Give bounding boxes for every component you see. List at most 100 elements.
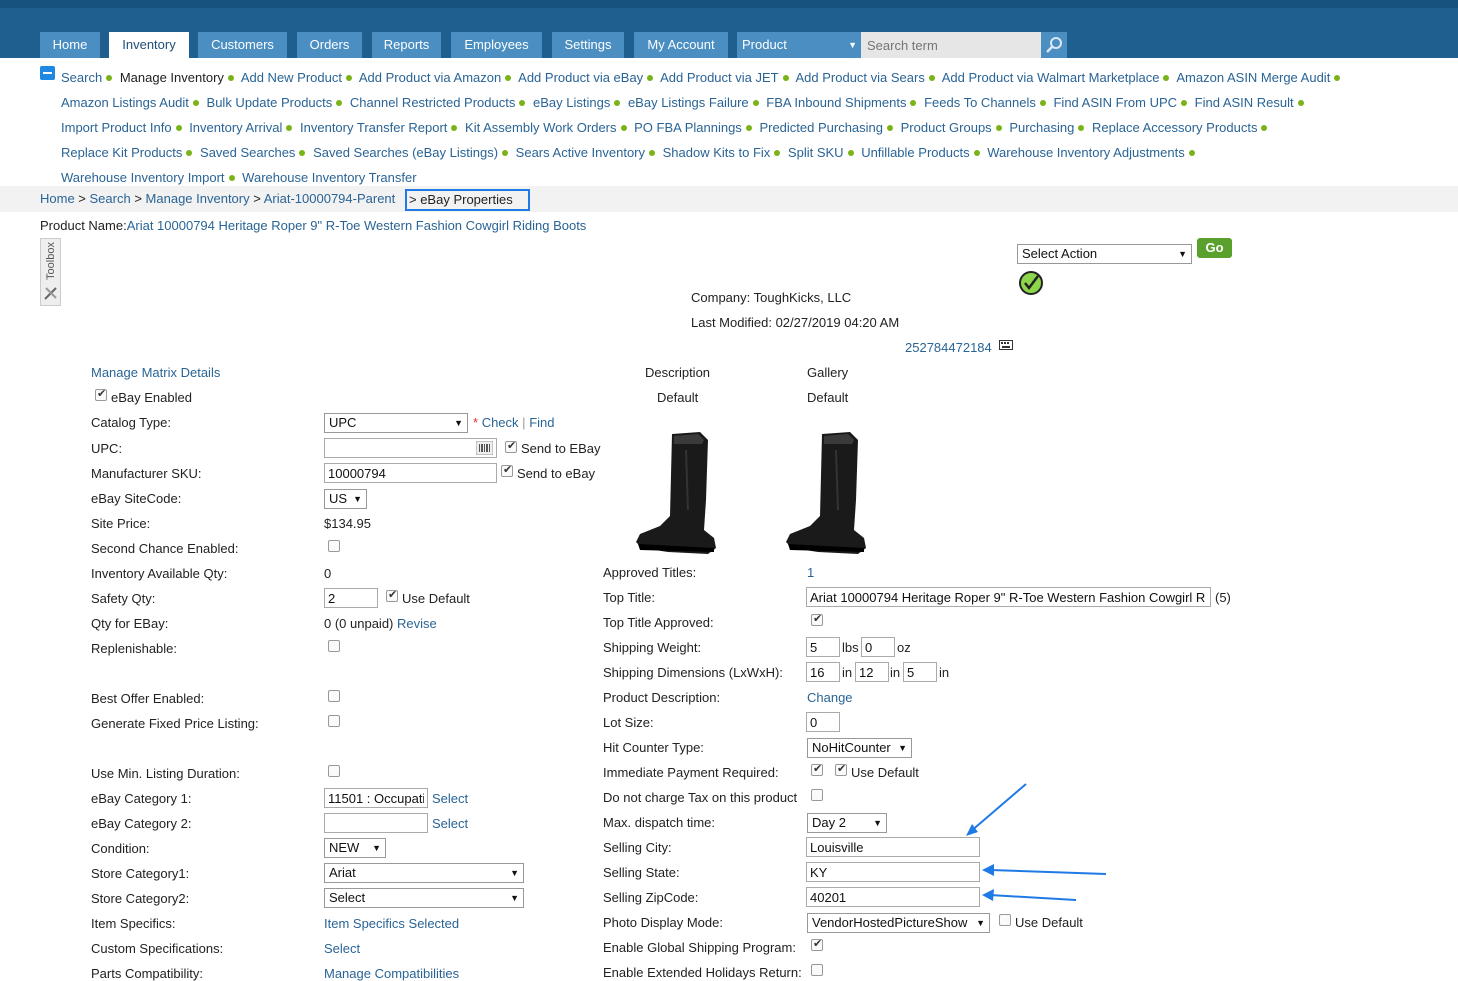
photo-mode-default-checkbox[interactable]	[999, 914, 1011, 926]
toolbox-tab[interactable]: Toolbox	[40, 238, 61, 306]
ship-dims-height-input[interactable]	[903, 662, 937, 682]
submenu-item[interactable]: Feeds To Channels	[924, 95, 1036, 110]
barcode-icon[interactable]	[475, 440, 494, 456]
no-tax-checkbox[interactable]	[811, 789, 823, 801]
breadcrumb-parent[interactable]: Ariat-10000794-Parent	[264, 191, 396, 206]
mfr-sku-send-checkbox[interactable]	[501, 463, 513, 477]
ship-weight-lbs-input[interactable]	[806, 637, 840, 657]
parts-compat-link[interactable]: Manage Compatibilities	[324, 966, 459, 981]
breadcrumb-search[interactable]: Search	[90, 191, 131, 206]
category1-input[interactable]	[324, 788, 428, 808]
submenu-item[interactable]: Product Groups	[901, 120, 992, 135]
submenu-item[interactable]: Add Product via Amazon	[359, 70, 501, 85]
submenu-item[interactable]: Predicted Purchasing	[759, 120, 883, 135]
submenu-item[interactable]: Kit Assembly Work Orders	[465, 120, 616, 135]
search-button[interactable]	[1041, 32, 1067, 58]
submenu-item[interactable]: Manage Inventory	[120, 70, 224, 85]
store-category1-select[interactable]: Ariat ▼	[324, 863, 524, 883]
tab-inventory[interactable]: Inventory	[109, 32, 189, 58]
search-input[interactable]	[861, 32, 1041, 58]
top-title-input[interactable]	[806, 587, 1211, 607]
select-action-dropdown[interactable]: Select Action ▼	[1017, 244, 1192, 264]
manage-matrix-link[interactable]: Manage Matrix Details	[91, 365, 220, 380]
immediate-payment-default-checkbox[interactable]	[835, 762, 847, 776]
submenu-item[interactable]: Find ASIN Result	[1195, 95, 1294, 110]
submenu-item[interactable]: Amazon ASIN Merge Audit	[1176, 70, 1330, 85]
selling-zip-input[interactable]	[806, 887, 980, 907]
keyboard-icon[interactable]	[999, 338, 1013, 350]
ebay-enabled-checkbox[interactable]	[95, 387, 107, 401]
submenu-item[interactable]: Channel Restricted Products	[350, 95, 515, 110]
description-boot-image[interactable]	[634, 430, 720, 558]
selling-city-input[interactable]	[806, 837, 980, 857]
submenu-item[interactable]: Add Product via eBay	[518, 70, 643, 85]
tab-reports[interactable]: Reports	[372, 32, 441, 58]
submenu-item[interactable]: Add New Product	[241, 70, 342, 85]
category2-input[interactable]	[324, 813, 428, 833]
gallery-boot-image[interactable]	[784, 430, 870, 558]
go-button[interactable]: Go	[1197, 238, 1232, 258]
submenu-item[interactable]: Add Product via JET	[660, 70, 779, 85]
second-chance-checkbox[interactable]	[328, 540, 340, 552]
submenu-item[interactable]: eBay Listings	[533, 95, 610, 110]
product-name-link[interactable]: Ariat 10000794 Heritage Roper 9" R-Toe W…	[127, 218, 587, 233]
hit-counter-select[interactable]: NoHitCounter ▼	[807, 738, 912, 758]
tab-my-account[interactable]: My Account	[634, 32, 728, 58]
submenu-item[interactable]: Saved Searches (eBay Listings)	[313, 145, 498, 160]
submenu-item[interactable]: Warehouse Inventory Import	[61, 170, 225, 185]
revise-link[interactable]: Revise	[397, 616, 437, 631]
submenu-item[interactable]: PO FBA Plannings	[634, 120, 742, 135]
submenu-item[interactable]: Purchasing	[1009, 120, 1074, 135]
submenu-item[interactable]: FBA Inbound Shipments	[766, 95, 906, 110]
submenu-item[interactable]: Unfillable Products	[861, 145, 969, 160]
submenu-item[interactable]: Shadow Kits to Fix	[663, 145, 771, 160]
mfr-sku-input[interactable]	[324, 463, 497, 483]
global-shipping-checkbox[interactable]	[811, 937, 823, 951]
safety-qty-default-checkbox[interactable]	[386, 588, 398, 602]
collapse-icon[interactable]	[40, 66, 55, 80]
tab-customers[interactable]: Customers	[198, 32, 287, 58]
ship-dims-length-input[interactable]	[806, 662, 840, 682]
ship-weight-oz-input[interactable]	[861, 637, 895, 657]
selling-state-input[interactable]	[806, 862, 980, 882]
ebay-listing-id-link[interactable]: 252784472184	[905, 340, 992, 355]
upc-send-checkbox[interactable]	[505, 439, 517, 453]
search-scope-select[interactable]: Product ▼	[737, 32, 861, 58]
submenu-item[interactable]: Add Product via Walmart Marketplace	[942, 70, 1160, 85]
condition-select[interactable]: NEW ▼	[324, 838, 386, 858]
submenu-item[interactable]: Warehouse Inventory Transfer	[242, 170, 416, 185]
submenu-item[interactable]: Search	[61, 70, 102, 85]
submenu-item[interactable]: Inventory Transfer Report	[300, 120, 447, 135]
best-offer-checkbox[interactable]	[328, 690, 340, 702]
upc-input[interactable]	[324, 438, 497, 458]
min-duration-checkbox[interactable]	[328, 765, 340, 777]
submenu-item[interactable]: eBay Listings Failure	[628, 95, 749, 110]
immediate-payment-checkbox[interactable]	[811, 762, 823, 776]
submenu-item[interactable]: Replace Kit Products	[61, 145, 182, 160]
submenu-item[interactable]: Warehouse Inventory Adjustments	[987, 145, 1185, 160]
fixed-price-checkbox[interactable]	[328, 715, 340, 727]
tab-settings[interactable]: Settings	[552, 32, 624, 58]
find-link[interactable]: Find	[529, 415, 554, 430]
submenu-item[interactable]: Import Product Info	[61, 120, 172, 135]
holidays-return-checkbox[interactable]	[811, 964, 823, 976]
breadcrumb-home[interactable]: Home	[40, 191, 75, 206]
photo-mode-select[interactable]: VendorHostedPictureShow ▼	[807, 913, 990, 933]
submenu-item[interactable]: Saved Searches	[200, 145, 295, 160]
tab-employees[interactable]: Employees	[451, 32, 542, 58]
replenishable-checkbox[interactable]	[328, 640, 340, 652]
category2-select-link[interactable]: Select	[432, 816, 468, 831]
submenu-item[interactable]: Replace Accessory Products	[1092, 120, 1257, 135]
store-category2-select[interactable]: Select ▼	[324, 888, 524, 908]
product-description-change-link[interactable]: Change	[807, 690, 853, 705]
site-code-select[interactable]: US ▼	[324, 489, 367, 509]
ship-dims-width-input[interactable]	[855, 662, 889, 682]
top-title-approved-checkbox[interactable]	[811, 612, 823, 626]
breadcrumb-manage-inventory[interactable]: Manage Inventory	[146, 191, 250, 206]
check-link[interactable]: Check	[482, 415, 519, 430]
dispatch-time-select[interactable]: Day 2 ▼	[807, 813, 887, 833]
lot-size-input[interactable]	[806, 712, 840, 732]
item-specifics-link[interactable]: Item Specifics Selected	[324, 916, 459, 931]
submenu-item[interactable]: Sears Active Inventory	[516, 145, 645, 160]
approved-titles-link[interactable]: 1	[807, 565, 814, 580]
